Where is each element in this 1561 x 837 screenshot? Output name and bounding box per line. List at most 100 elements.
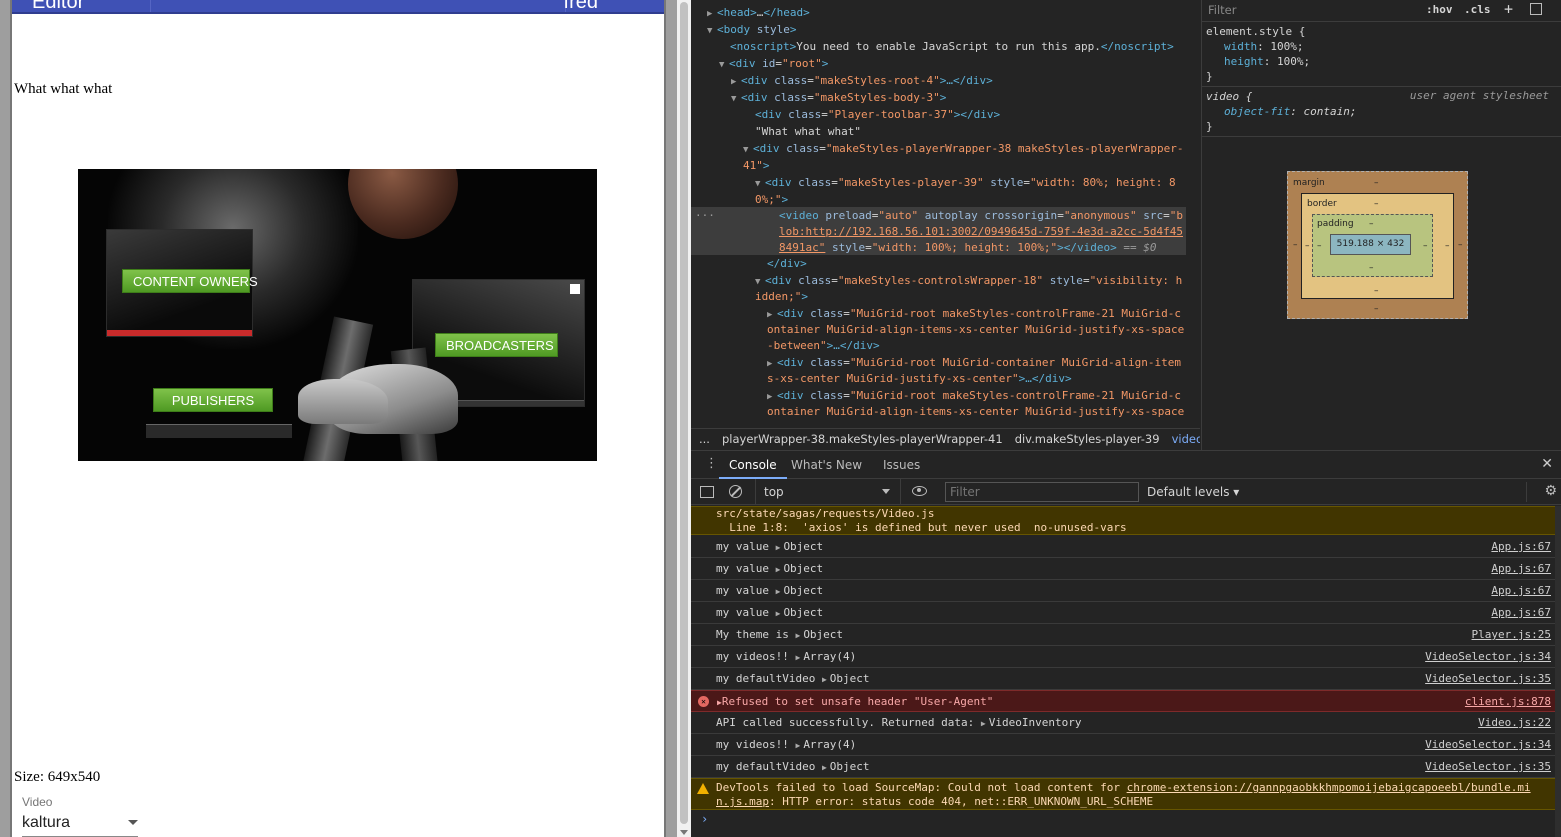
box-margin-top[interactable]: – bbox=[1374, 178, 1379, 188]
new-rule-icon[interactable]: + bbox=[1504, 0, 1513, 18]
list-item[interactable]: my videos!! Array(4) VideoSelector.js:34 bbox=[691, 646, 1555, 668]
list-item[interactable]: my value Object App.js:67 bbox=[691, 580, 1555, 602]
log-object[interactable]: VideoInventory bbox=[981, 716, 1082, 729]
box-border-right[interactable]: – bbox=[1445, 241, 1450, 251]
video-player[interactable]: CONTENT OWNERS BROADCASTERS PUBLISHERS bbox=[78, 169, 597, 461]
box-padding-left[interactable]: – bbox=[1317, 241, 1322, 251]
log-source-link[interactable]: VideoSelector.js:34 bbox=[1425, 646, 1551, 667]
dom-node-noscript[interactable]: <noscript>You need to enable JavaScript … bbox=[730, 38, 1174, 55]
clear-console-icon[interactable] bbox=[729, 485, 742, 498]
log-object[interactable]: Object bbox=[822, 760, 870, 773]
video-src-link[interactable]: lob:http://192.168.56.101:3002/0949645d-… bbox=[779, 225, 1183, 238]
log-source-link[interactable]: App.js:67 bbox=[1491, 602, 1551, 623]
box-padding-bottom[interactable]: – bbox=[1369, 263, 1374, 273]
css-val-width[interactable]: 100%; bbox=[1270, 40, 1303, 53]
log-object[interactable]: Object bbox=[776, 540, 824, 553]
dom-node-head[interactable]: ▶ <head>…</head> bbox=[707, 4, 810, 21]
list-item[interactable]: my value Object App.js:67 bbox=[691, 558, 1555, 580]
dom-node-control-frame-2[interactable]: ▶ <div class="MuiGrid-root makeStyles-con… bbox=[767, 387, 1181, 404]
cls-toggle[interactable]: .cls bbox=[1464, 3, 1491, 16]
close-drawer-icon[interactable]: ✕ bbox=[1541, 456, 1553, 472]
box-border-left[interactable]: – bbox=[1305, 241, 1310, 251]
collapse-arrow-icon[interactable]: ▼ bbox=[707, 23, 717, 40]
log-source-link[interactable]: VideoSelector.js:35 bbox=[1425, 668, 1551, 689]
log-object[interactable]: Object bbox=[776, 562, 824, 575]
css-prop-width[interactable]: width bbox=[1224, 40, 1257, 53]
css-prop-height[interactable]: height bbox=[1224, 55, 1264, 68]
log-source-link[interactable]: VideoSelector.js:34 bbox=[1425, 734, 1551, 755]
scroll-down-arrow-icon[interactable] bbox=[680, 830, 688, 835]
dom-node-body-3[interactable]: ▼ <div class="makeStyles-body-3"> bbox=[731, 89, 946, 106]
log-object[interactable]: Object bbox=[795, 628, 843, 641]
console-prompt-icon[interactable]: › bbox=[701, 812, 708, 826]
breadcrumb-more[interactable]: ... bbox=[699, 432, 710, 446]
console-scrollbar[interactable] bbox=[1555, 506, 1561, 837]
dom-node-body[interactable]: ▼ <body style> bbox=[707, 21, 797, 38]
page-scrollbar[interactable] bbox=[677, 0, 691, 837]
log-source-link[interactable]: client.js:878 bbox=[1465, 691, 1551, 712]
list-item[interactable]: my value Object App.js:67 bbox=[691, 536, 1555, 558]
box-border-top[interactable]: – bbox=[1374, 199, 1379, 209]
log-object[interactable]: Object bbox=[776, 606, 824, 619]
log-object[interactable]: Array(4) bbox=[795, 738, 856, 751]
log-source-link[interactable]: App.js:67 bbox=[1491, 580, 1551, 601]
gear-icon[interactable]: ⚙ bbox=[1544, 483, 1557, 499]
dom-node-root-4[interactable]: ▶ <div class="makeStyles-root-4">…</div> bbox=[731, 72, 993, 89]
dom-node-grid-center[interactable]: ▶ <div class="MuiGrid-root MuiGrid-contai… bbox=[767, 354, 1181, 371]
collapse-arrow-icon[interactable]: ▼ bbox=[731, 91, 741, 108]
box-padding-top[interactable]: – bbox=[1369, 219, 1374, 229]
log-source-link[interactable]: VideoSelector.js:35 bbox=[1425, 756, 1551, 777]
dom-node-root[interactable]: ▼ <div id="root"> bbox=[719, 55, 828, 72]
console-warning[interactable]: DevTools failed to load SourceMap: Could… bbox=[691, 778, 1555, 810]
list-item[interactable]: my videos!! Array(4) VideoSelector.js:34 bbox=[691, 734, 1555, 756]
list-item[interactable]: API called successfully. Returned data: … bbox=[691, 712, 1555, 734]
list-item[interactable]: my defaultVideo Object VideoSelector.js:… bbox=[691, 756, 1555, 778]
styles-filter-input[interactable]: Filter bbox=[1208, 3, 1236, 17]
more-actions-icon[interactable]: ··· bbox=[695, 207, 715, 224]
dom-node-toolbar[interactable]: <div class="Player-toolbar-37"></div> bbox=[755, 106, 1000, 123]
dom-node-video[interactable]: <video preload="auto" autoplay crossorig… bbox=[779, 207, 1183, 224]
log-object[interactable]: Object bbox=[776, 584, 824, 597]
css-val-height[interactable]: 100%; bbox=[1277, 55, 1310, 68]
box-margin-left[interactable]: – bbox=[1293, 240, 1298, 250]
console-sidebar-icon[interactable] bbox=[700, 486, 714, 498]
dom-node-player[interactable]: ▼ <div class="makeStyles-player-39" style… bbox=[755, 174, 1176, 191]
tab-console[interactable]: Console bbox=[719, 451, 787, 479]
console-error[interactable]: ✕ ▶Refused to set unsafe header "User-Ag… bbox=[691, 690, 1555, 712]
dom-node-text[interactable]: "What what what" bbox=[755, 123, 861, 140]
list-item[interactable]: my defaultVideo Object VideoSelector.js:… bbox=[691, 668, 1555, 690]
box-padding-right[interactable]: – bbox=[1423, 241, 1428, 251]
breadcrumb-item-player-wrapper[interactable]: playerWrapper-38.makeStyles-playerWrappe… bbox=[722, 432, 1003, 446]
list-item[interactable]: my value Object App.js:67 bbox=[691, 602, 1555, 624]
more-tabs-icon[interactable]: ⋮ bbox=[705, 456, 718, 471]
log-source-link[interactable]: App.js:67 bbox=[1491, 558, 1551, 579]
log-object[interactable]: Array(4) bbox=[795, 650, 856, 663]
tab-whats-new[interactable]: What's New bbox=[781, 451, 872, 479]
breadcrumb-item-video[interactable]: video bbox=[1172, 432, 1200, 446]
log-source-link[interactable]: Video.js:22 bbox=[1478, 712, 1551, 733]
dom-node-control-frame-1[interactable]: ▶ <div class="MuiGrid-root makeStyles-con… bbox=[767, 305, 1181, 322]
log-levels-dropdown[interactable]: Default levels ▾ bbox=[1147, 479, 1239, 505]
dom-node-controls-wrapper[interactable]: ▼ <div class="makeStyles-controlsWrapper-… bbox=[755, 272, 1182, 289]
video-select[interactable]: kaltura bbox=[22, 814, 138, 837]
console-filter-input[interactable] bbox=[945, 482, 1139, 502]
box-margin-right[interactable]: – bbox=[1458, 240, 1463, 250]
box-margin-bottom[interactable]: – bbox=[1374, 304, 1379, 314]
breadcrumb-item-player[interactable]: div.makeStyles-player-39 bbox=[1015, 432, 1160, 446]
console-warning[interactable]: src/state/sagas/requests/Video.js Line 1… bbox=[691, 506, 1555, 535]
page-scrollbar-thumb[interactable] bbox=[680, 2, 688, 824]
box-border-bottom[interactable]: – bbox=[1374, 286, 1379, 296]
hov-toggle[interactable]: :hov bbox=[1426, 3, 1453, 16]
sourcemap-link[interactable]: chrome-extension://gannpgaobkkhmpomoijeb… bbox=[1127, 781, 1531, 794]
tab-issues[interactable]: Issues bbox=[873, 451, 930, 479]
box-content-size[interactable]: 519.188 × 432 bbox=[1330, 234, 1411, 255]
live-expression-eye-icon[interactable] bbox=[912, 486, 927, 496]
toggle-sidebar-icon[interactable] bbox=[1530, 3, 1542, 15]
dom-node-player-wrapper[interactable]: ▼ <div class="makeStyles-playerWrapper-38… bbox=[743, 140, 1184, 157]
log-source-link[interactable]: Player.js:25 bbox=[1472, 624, 1551, 645]
sourcemap-link-end[interactable]: n.js.map bbox=[716, 795, 769, 808]
video-src-link-end[interactable]: 8491ac" bbox=[779, 241, 825, 254]
log-source-link[interactable]: App.js:67 bbox=[1491, 536, 1551, 557]
dom-node-video-src[interactable]: lob:http://192.168.56.101:3002/0949645d-… bbox=[779, 223, 1183, 240]
collapse-arrow-icon[interactable]: ▼ bbox=[719, 57, 729, 74]
